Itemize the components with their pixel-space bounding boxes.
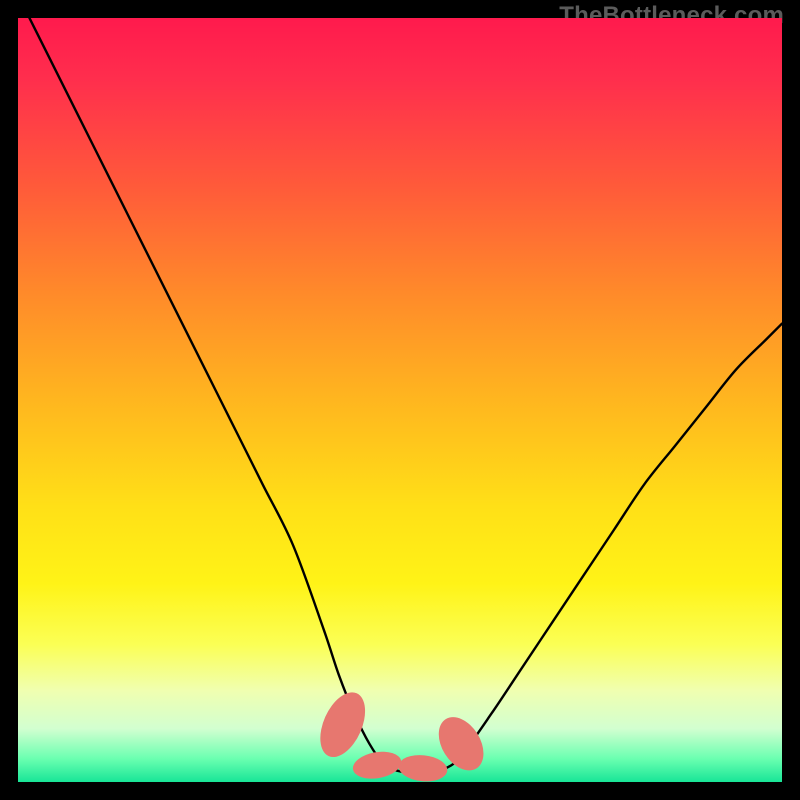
chart-frame: TheBottleneck.com [0,0,800,800]
nodule-left [311,686,374,764]
nodule-bottom-left [351,748,404,782]
chart-svg [18,18,782,782]
plot-area [18,18,782,782]
nodule-bottom-right [397,753,448,782]
bottleneck-curve [18,18,782,773]
curve-nodules [311,686,492,782]
